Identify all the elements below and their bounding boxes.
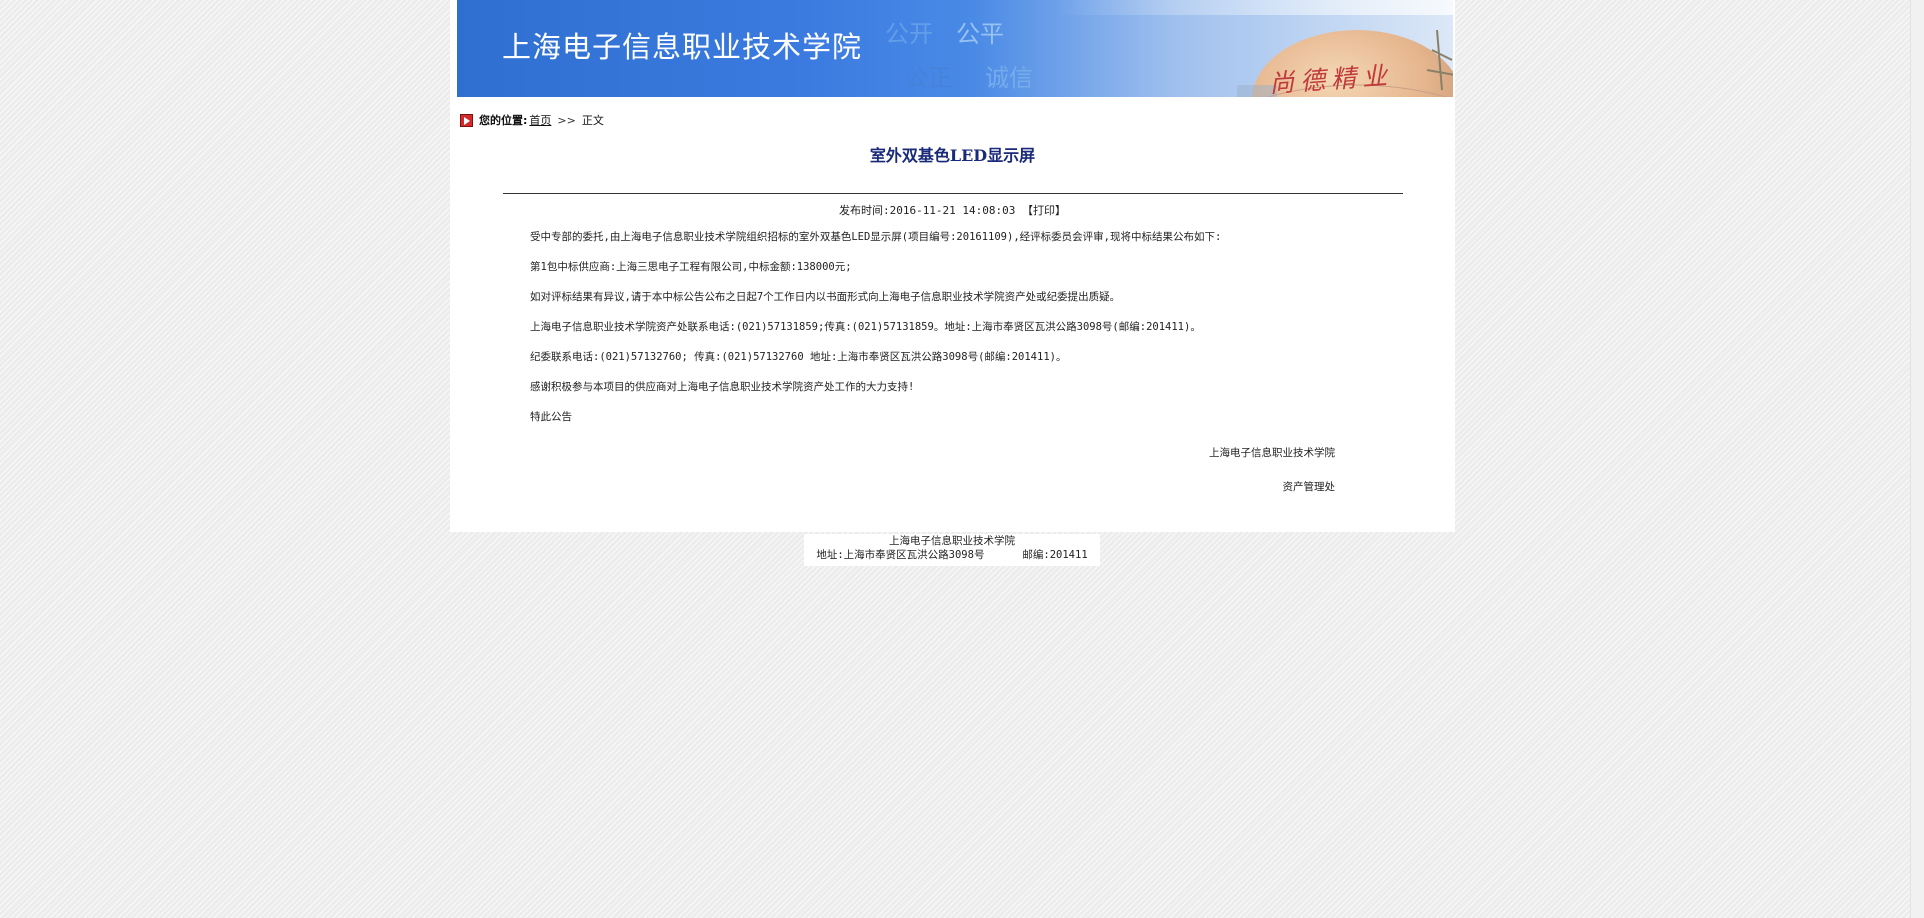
signature-organization: 上海电子信息职业技术学院	[1209, 447, 1335, 459]
publish-time: 发布时间:2016-11-21 14:08:03	[838, 204, 1023, 217]
footer-name: 上海电子信息职业技术学院	[889, 535, 1015, 547]
article-paragraph: 第1包中标供应商:上海三思电子工程有限公司,中标金额:138000元;	[530, 261, 852, 273]
motto-word: 诚信	[985, 64, 1033, 92]
site-title: 上海电子信息职业技术学院	[502, 30, 863, 64]
banner-highlight	[457, 0, 1453, 15]
publish-meta: 发布时间:2016-11-21 14:08:03 【打印】	[450, 202, 1455, 218]
print-link[interactable]: 【打印】	[1022, 204, 1066, 217]
article-paragraph: 受中专部的委托,由上海电子信息职业技术学院组织招标的室外双基色LED显示屏(项目…	[530, 231, 1222, 243]
breadcrumb: 您的位置: 首页 >> 正文	[460, 112, 604, 128]
article-paragraph: 如对评标结果有异议,请于本中标公告公布之日起7个工作日内以书面形式向上海电子信息…	[530, 291, 1121, 303]
motto-word: 公开	[885, 20, 933, 48]
article-paragraph: 上海电子信息职业技术学院资产处联系电话:(021)57131859;传真:(02…	[530, 321, 1201, 333]
article-paragraph: 特此公告	[530, 411, 572, 423]
signature-department: 资产管理处	[1282, 481, 1336, 493]
article-title: 室外双基色LED显示屏	[869, 146, 1036, 165]
footer-address-line: 地址:上海市奉贤区瓦洪公路3098号 邮编:201411	[804, 548, 1100, 562]
divider	[503, 193, 1403, 194]
breadcrumb-separator: >>	[557, 113, 576, 127]
breadcrumb-label: 您的位置:	[479, 114, 528, 127]
page-container: 上海电子信息职业技术学院 公开 公平 公正 诚信 尚德精业 您的位置: 首页 >…	[450, 0, 1455, 532]
footer-postcode: 邮编:201411	[1022, 549, 1088, 561]
breadcrumb-home-link[interactable]: 首页	[529, 112, 551, 128]
footer-address: 地址:上海市奉贤区瓦洪公路3098号	[816, 549, 985, 561]
article-paragraph: 感谢积极参与本项目的供应商对上海电子信息职业技术学院资产处工作的大力支持!	[530, 381, 915, 393]
article-paragraph: 纪委联系电话:(021)57132760; 传真:(021)57132760 地…	[530, 351, 1067, 363]
arrow-right-icon	[460, 113, 473, 127]
vertical-scrollbar[interactable]	[1910, 0, 1924, 918]
motto-word: 公正	[904, 64, 952, 92]
breadcrumb-current: 正文	[581, 114, 604, 127]
header-banner: 上海电子信息职业技术学院 公开 公平 公正 诚信 尚德精业	[457, 0, 1453, 97]
motto-word: 公平	[956, 20, 1004, 48]
page-footer: 上海电子信息职业技术学院 地址:上海市奉贤区瓦洪公路3098号 邮编:20141…	[804, 534, 1100, 566]
